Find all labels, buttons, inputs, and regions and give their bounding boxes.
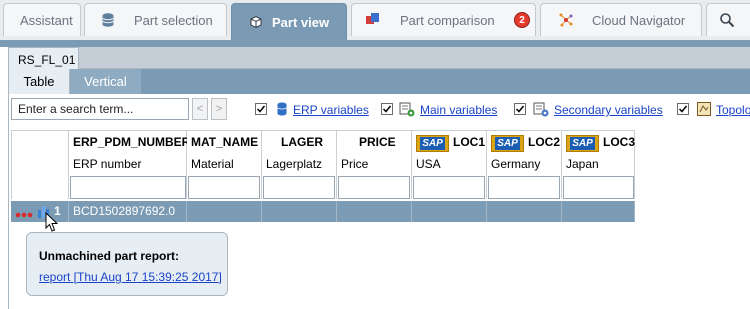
column-loc3[interactable]: SAP LOC3 Japan (562, 130, 635, 199)
column-name: LAGER (281, 135, 323, 149)
tab-part-comparison-label: Part comparison (400, 12, 495, 28)
tab-cloud-navigator-label: Cloud Navigator (592, 12, 686, 28)
column-name: LOC3 (603, 135, 636, 149)
sap-logo: SAP (491, 135, 524, 152)
filter-material[interactable] (188, 176, 260, 199)
comparison-count-badge: 2 (514, 12, 530, 28)
column-name: PRICE (359, 135, 396, 149)
main-variables-checkbox[interactable] (381, 103, 393, 115)
column-description: Lagerplatz (266, 157, 323, 171)
secondary-variables-link[interactable]: Secondary variables (554, 103, 663, 117)
sap-logo-text: SAP (495, 137, 520, 150)
column-description: Material (191, 157, 234, 171)
main-variables-link[interactable]: Main variables (420, 103, 497, 117)
filter-loc2[interactable] (488, 176, 560, 199)
erp-number-value: BCD1502897692.0 (73, 204, 176, 218)
erp-variables-icon (274, 101, 290, 117)
topology-checkbox[interactable] (677, 103, 689, 115)
column-erp-pdm-number[interactable]: ERP_PDM_NUMBER ERP number (69, 130, 191, 199)
tab-assistant-label: Assistant (20, 12, 73, 28)
report-link[interactable]: report [Thu Aug 17 15:39:25 2017] (39, 270, 222, 284)
tab-cloud-navigator[interactable]: Cloud Navigator (540, 3, 702, 36)
subtab-rs-fl-01[interactable]: RS_FL_01 (8, 47, 79, 69)
active-tab-band (0, 40, 750, 47)
secondary-variables-icon (533, 101, 549, 117)
sap-logo: SAP (566, 135, 599, 152)
secondary-variables-checkbox[interactable] (514, 103, 526, 115)
filter-price[interactable] (338, 176, 410, 199)
sap-logo-text: SAP (570, 137, 595, 150)
cell-price[interactable] (337, 201, 412, 222)
filter-erp-number[interactable] (70, 176, 186, 199)
tab-search[interactable] (706, 3, 750, 36)
erp-variables-checkbox[interactable] (255, 103, 267, 115)
cell-loc2[interactable] (487, 201, 562, 222)
filter-lagerplatz[interactable] (263, 176, 335, 199)
column-loc1[interactable]: SAP LOC1 USA (412, 130, 487, 199)
cube-icon (248, 14, 264, 30)
cell-material[interactable] (187, 201, 262, 222)
cell-lagerplatz[interactable] (262, 201, 337, 222)
subtab-header-strip (79, 47, 750, 69)
column-description: ERP number (73, 157, 142, 171)
column-description: USA (416, 157, 441, 171)
erp-variables-link[interactable]: ERP variables (293, 103, 369, 117)
sap-logo: SAP (416, 135, 449, 152)
compare-icon (365, 12, 381, 28)
network-icon (558, 12, 574, 28)
cell-loc1[interactable] (412, 201, 487, 222)
filter-loc3[interactable] (563, 176, 634, 199)
prev-button[interactable]: < (192, 98, 208, 120)
tab-part-view-label: Part view (272, 14, 330, 30)
column-price[interactable]: PRICE Price (337, 130, 412, 199)
next-button[interactable]: > (211, 98, 227, 120)
tab-vertical[interactable]: Vertical (70, 69, 141, 94)
row-header-cell[interactable]: 1 (11, 201, 69, 222)
topology-link[interactable]: Topolo (716, 103, 750, 117)
database-icon (100, 12, 116, 28)
tab-assistant[interactable]: Assistant (3, 3, 81, 36)
column-name: ERP_PDM_NUMBER (73, 135, 191, 149)
column-description: Price (341, 157, 369, 171)
tab-part-comparison[interactable]: Part comparison 2 (351, 3, 536, 36)
tab-table[interactable]: Table (9, 69, 70, 94)
status-dots-icon (15, 208, 37, 222)
cell-erp-number[interactable]: BCD1502897692.0 (69, 201, 187, 222)
column-description: Germany (491, 157, 541, 171)
tooltip-title: Unmachined part report: (39, 249, 180, 263)
column-name: LOC2 (528, 135, 561, 149)
sap-logo-text: SAP (420, 137, 445, 150)
column-name: LOC1 (453, 135, 486, 149)
column-lager[interactable]: LAGER Lagerplatz (262, 130, 337, 199)
tab-part-view[interactable]: Part view (231, 3, 347, 40)
column-mat-name[interactable]: MAT_NAME Material (187, 130, 262, 199)
unmachined-report-tooltip: Unmachined part report: report [Thu Aug … (26, 232, 228, 296)
topology-icon (696, 101, 712, 117)
cell-loc3[interactable] (562, 201, 635, 222)
filter-loc1[interactable] (413, 176, 485, 199)
row-header-column (11, 130, 69, 199)
table-row[interactable]: 1 BCD1502897692.0 (11, 201, 635, 222)
main-variables-icon (399, 101, 415, 117)
column-description: Japan (566, 157, 599, 171)
search-input[interactable] (11, 98, 189, 120)
column-name: MAT_NAME (191, 135, 259, 149)
tab-part-selection-label: Part selection (134, 12, 213, 28)
tab-part-selection[interactable]: Part selection (84, 3, 227, 36)
search-icon (719, 12, 735, 28)
column-loc2[interactable]: SAP LOC2 Germany (487, 130, 562, 199)
